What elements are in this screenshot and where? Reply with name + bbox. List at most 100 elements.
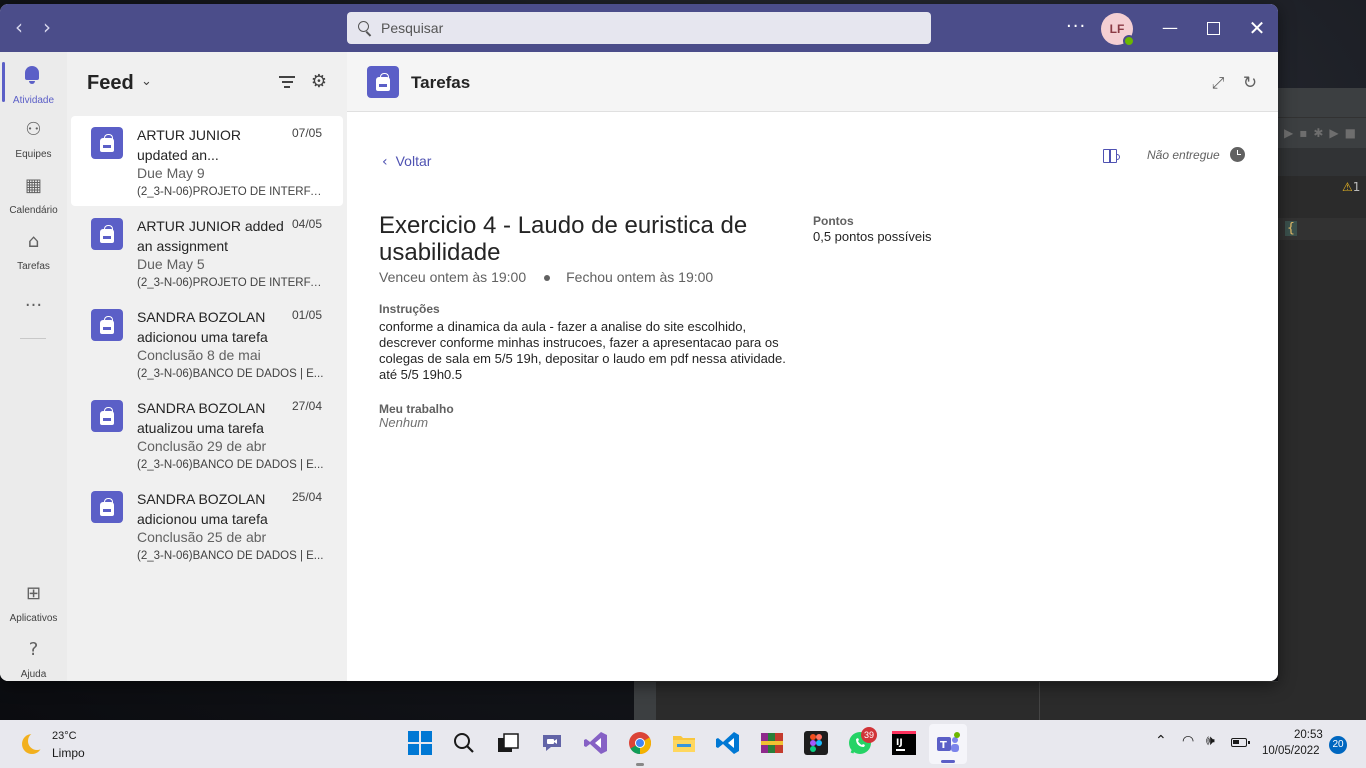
rail-item-atividade[interactable]: Atividade [0, 56, 67, 108]
rail-item-aplicativos[interactable]: ⊞ Aplicativos [0, 576, 67, 628]
feed-item[interactable]: SANDRA BOZOLAN adicionou uma tarefa 25/0… [71, 480, 343, 570]
filter-icon[interactable] [279, 76, 295, 90]
feed-item-title: ARTUR JUNIOR added an assignment [137, 218, 284, 254]
refresh-icon[interactable]: ↻ [1241, 74, 1259, 92]
assignment-title: Exercicio 4 - Laudo de euristica de usab… [379, 212, 748, 266]
calendar-icon: ▦ [24, 175, 42, 196]
instructions-text: conforme a dinamica da aula - fazer a an… [379, 319, 786, 382]
rail-label: Tarefas [17, 261, 50, 272]
page-title: Tarefas [411, 73, 471, 92]
rail-more-button[interactable]: ··· [0, 288, 67, 340]
ide-warning-count: 1 [1352, 180, 1361, 194]
rail-item-tarefas[interactable]: ⌂ Tarefas [0, 224, 67, 276]
search-icon[interactable] [451, 730, 477, 756]
feed-item[interactable]: ARTUR JUNIOR added an assignment 04/05 D… [71, 207, 343, 297]
app-rail: Atividade ⚇ Equipes ▦ Calendário ⌂ Taref… [0, 52, 67, 681]
expand-icon[interactable]: ⤢ [1209, 74, 1227, 92]
weather-desc[interactable]: Limpo [52, 746, 85, 760]
maximize-button[interactable] [1198, 14, 1228, 42]
figma-icon[interactable] [803, 730, 829, 756]
forward-arrow-icon[interactable]: › [36, 16, 58, 38]
back-button[interactable]: ‹ Voltar [382, 153, 431, 170]
background-ide-window[interactable]: ▶▪✱▶■ ⚠1 { [1278, 88, 1366, 720]
back-arrow-icon[interactable]: ‹ [8, 16, 30, 38]
svg-text:T: T [940, 740, 947, 751]
more-icon: ··· [24, 295, 43, 316]
feed-item-date: 01/05 [292, 308, 323, 322]
feed-item-title: SANDRA BOZOLAN adicionou uma tarefa [137, 491, 268, 527]
feed-item[interactable]: ARTUR JUNIOR updated an... 07/05 Due May… [71, 116, 343, 206]
teams-icon: T [937, 732, 960, 752]
feed-item-date: 04/05 [292, 217, 323, 231]
chevron-up-icon[interactable]: ⌃ [1155, 733, 1167, 749]
ide-run-icons[interactable]: ▶▪✱▶■ [1284, 126, 1362, 140]
due-text: Venceu ontem às 19:00 [379, 269, 527, 285]
feed-item-due: Conclusão 25 de abr [137, 529, 267, 545]
ide-warning-icon[interactable]: ⚠1 [1342, 180, 1360, 194]
title-bar: ‹ › ··· LF — ✕ [0, 4, 1278, 52]
feed-item-date: 07/05 [292, 126, 323, 140]
weather-temp[interactable]: 23°C [52, 730, 77, 742]
feed-item-date: 27/04 [292, 399, 323, 413]
teams-window: ‹ › ··· LF — ✕ Atividade ⚇ Equipes ▦ Cal… [0, 4, 1278, 681]
chevron-left-icon: ‹ [382, 154, 388, 170]
rail-label: Equipes [15, 149, 52, 160]
clock-date[interactable]: 10/05/2022 [1262, 745, 1320, 757]
file-explorer-icon[interactable] [671, 730, 697, 756]
ide-code-brace: { [1285, 221, 1297, 236]
close-button[interactable]: ✕ [1242, 14, 1272, 42]
settings-gear-icon[interactable]: ⚙ [308, 71, 330, 93]
ide-tabs [1278, 148, 1366, 176]
ide-toolbar [1278, 88, 1366, 118]
notification-count-badge[interactable]: 20 [1329, 736, 1347, 754]
feed-item-due: Due May 5 [137, 256, 205, 272]
whatsapp-badge: 39 [861, 727, 877, 743]
feed-item-class: (2_3-N-06)BANCO DE DADOS | E... [137, 368, 324, 380]
visual-studio-icon[interactable] [583, 730, 609, 756]
rail-item-equipes[interactable]: ⚇ Equipes [0, 112, 67, 164]
rail-label: Calendário [9, 205, 58, 216]
moon-weather-icon[interactable] [22, 732, 46, 754]
feed-item-class: (2_3-N-06)BANCO DE DADOS | E... [137, 550, 324, 562]
battery-icon[interactable] [1231, 738, 1250, 747]
feed-item-due: Due May 9 [137, 165, 205, 181]
assignment-bag-icon [91, 309, 123, 341]
more-options-icon[interactable]: ··· [1066, 16, 1086, 37]
assignments-icon: ⌂ [27, 231, 40, 252]
intellij-icon[interactable]: IJ [891, 730, 917, 756]
avatar[interactable]: LF [1101, 13, 1135, 47]
chrome-icon[interactable] [627, 730, 653, 766]
taskbar: 23°C Limpo 39 IJ T ⌃ ◠ 🕪 20:53 10/05/202… [0, 720, 1366, 768]
my-work-label: Meu trabalho [379, 402, 454, 416]
chat-icon[interactable] [539, 730, 565, 756]
search-input[interactable] [381, 20, 901, 36]
teams-taskbar-button[interactable]: T [929, 724, 967, 764]
points-label: Pontos [813, 214, 854, 228]
apps-icon: ⊞ [25, 583, 42, 604]
search-box[interactable] [347, 12, 931, 44]
feed-item[interactable]: SANDRA BOZOLAN adicionou uma tarefa 01/0… [71, 298, 343, 388]
closed-text: Fechou ontem às 19:00 [566, 269, 714, 285]
rail-label: Aplicativos [9, 613, 58, 624]
feed-title[interactable]: Feed [87, 72, 134, 95]
windows-start-icon[interactable] [407, 730, 433, 756]
vscode-icon[interactable] [715, 730, 741, 756]
winrar-icon[interactable] [759, 730, 785, 756]
rail-label: Atividade [12, 95, 55, 106]
assignment-dates: Venceu ontem às 19:00 Fechou ontem às 19:… [379, 269, 713, 285]
wifi-icon[interactable]: ◠ [1182, 733, 1194, 749]
immersive-reader-icon[interactable] [1103, 148, 1121, 164]
rail-item-calendario[interactable]: ▦ Calendário [0, 168, 67, 220]
task-view-icon[interactable] [495, 730, 521, 756]
feed-item[interactable]: SANDRA BOZOLAN atualizou uma tarefa 27/0… [71, 389, 343, 479]
teams-icon: ⚇ [25, 119, 42, 140]
feed-item-due: Conclusão 29 de abr [137, 438, 267, 454]
rail-item-ajuda[interactable]: ? Ajuda [0, 632, 67, 681]
chevron-down-icon[interactable]: ⌄ [141, 74, 152, 89]
feed-item-title: ARTUR JUNIOR updated an... [137, 127, 241, 163]
volume-icon[interactable]: 🕪 [1206, 733, 1215, 749]
feed-item-date: 25/04 [292, 490, 323, 504]
feed-item-title: SANDRA BOZOLAN atualizou uma tarefa [137, 400, 266, 436]
clock-time[interactable]: 20:53 [1294, 729, 1323, 741]
minimize-button[interactable]: — [1155, 14, 1185, 42]
